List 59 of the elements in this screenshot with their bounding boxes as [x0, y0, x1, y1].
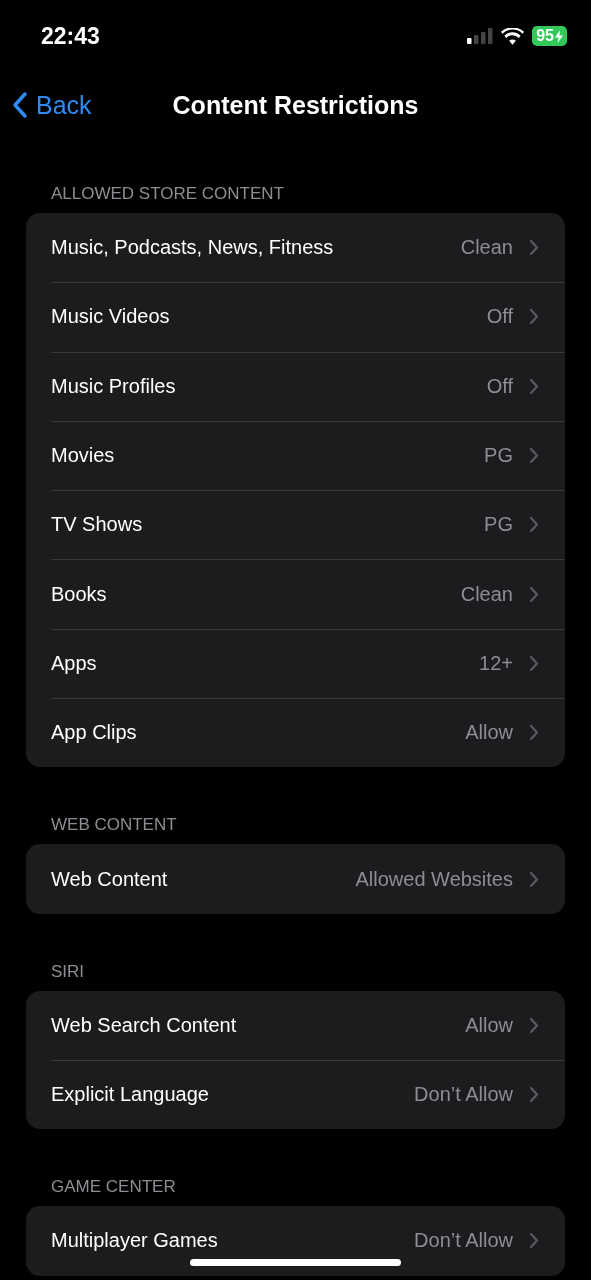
signal-icon	[467, 28, 494, 44]
row-label: Multiplayer Games	[51, 1229, 219, 1253]
chevron-icon	[529, 585, 539, 603]
chevron-icon	[529, 377, 539, 395]
section-header: SIRI	[50, 960, 86, 983]
wifi-icon	[501, 27, 525, 45]
back-chevron-icon	[12, 91, 28, 119]
settings-row[interactable]: Books Clean	[26, 559, 565, 629]
row-value: Off	[486, 374, 513, 398]
chevron-icon	[529, 239, 539, 257]
chevron-icon	[529, 447, 539, 465]
settings-row[interactable]: Music Videos Off	[26, 282, 565, 352]
chevron-icon	[529, 870, 539, 888]
row-label: Explicit Language	[51, 1083, 210, 1107]
page-title: Content Restrictions	[172, 90, 419, 120]
row-value: PG	[484, 444, 513, 468]
section-header: GAME CENTER	[50, 1176, 177, 1199]
settings-row[interactable]: Apps 12+	[26, 628, 565, 699]
row-label: Web Content	[51, 867, 169, 891]
row-label: Books	[51, 582, 108, 606]
row-value: Allow	[465, 1013, 513, 1037]
chevron-icon	[529, 1086, 539, 1104]
row-value: Don’t Allow	[414, 1229, 513, 1253]
settings-row[interactable]: Web Search Content Allow	[26, 990, 565, 1060]
settings-row[interactable]: Multiplayer Games Don’t Allow	[26, 1206, 565, 1276]
section-header: WEB CONTENT	[50, 814, 178, 837]
row-label: Music Profiles	[51, 374, 177, 398]
row-value: Allowed Websites	[355, 867, 513, 891]
chevron-icon	[529, 1232, 539, 1250]
settings-row[interactable]: App Clips Allow	[26, 698, 565, 768]
row-label: Movies	[51, 444, 116, 468]
row-label: Music Videos	[51, 305, 171, 329]
row-value: Off	[486, 305, 513, 329]
row-label: Web Search Content	[51, 1013, 238, 1037]
settings-row[interactable]: Music, Podcasts, News, Fitness Clean	[26, 213, 565, 283]
battery-indicator: 95	[532, 26, 567, 46]
chevron-icon	[529, 308, 539, 326]
chevron-icon	[529, 654, 539, 672]
status-time: 22:43	[41, 22, 100, 50]
row-label: Apps	[51, 651, 98, 675]
row-value: Allow	[465, 721, 513, 745]
settings-row[interactable]: TV Shows PG	[26, 490, 565, 560]
chevron-icon	[529, 1016, 539, 1034]
row-label: Music, Podcasts, News, Fitness	[51, 236, 335, 260]
row-value: Don’t Allow	[414, 1083, 513, 1107]
row-value: Clean	[460, 236, 513, 260]
section-header: ALLOWED STORE CONTENT	[50, 183, 285, 205]
chevron-icon	[529, 724, 539, 742]
row-label: App Clips	[51, 721, 138, 745]
settings-row[interactable]: Movies PG	[26, 420, 565, 491]
row-label: TV Shows	[51, 513, 144, 537]
row-value: PG	[484, 513, 513, 537]
row-value: Clean	[460, 582, 513, 606]
chevron-icon	[529, 516, 539, 534]
back-button[interactable]: Back	[12, 90, 92, 120]
settings-row[interactable]: Music Profiles Off	[26, 351, 565, 421]
settings-row[interactable]: Web Content Allowed Websites	[26, 844, 565, 914]
row-value: 12+	[479, 651, 513, 675]
settings-row[interactable]: Explicit Language Don’t Allow	[26, 1059, 565, 1130]
